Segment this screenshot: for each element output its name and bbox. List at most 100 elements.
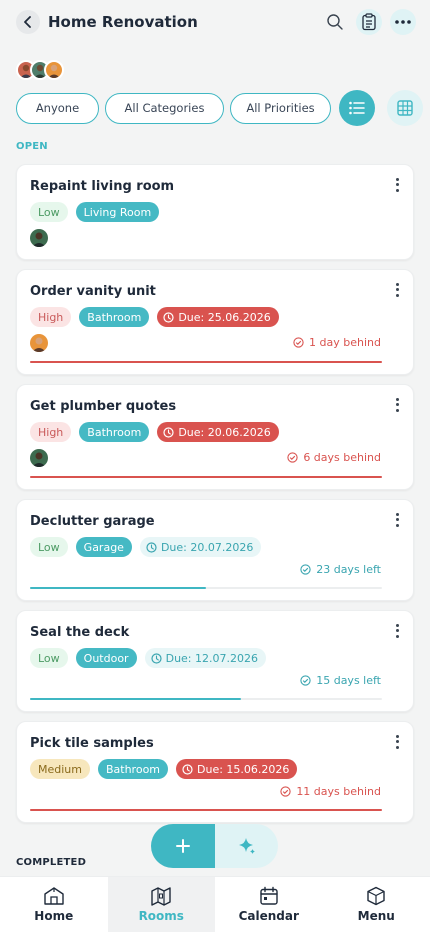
task-card[interactable]: Repaint living room Low Living Room [16,164,414,260]
grid-view-button[interactable] [387,90,423,126]
due-date-text: Due: 12.07.2026 [165,651,258,665]
task-title: Pick tile samples [30,736,154,751]
room-badge: Bathroom [79,422,150,442]
schedule-status-text: 11 days behind [296,785,381,798]
clock-icon [163,311,174,323]
task-menu-button[interactable] [393,397,401,413]
search-icon [327,14,343,30]
task-menu-button[interactable] [393,734,401,750]
clock-icon [163,426,174,438]
schedule-status: 15 days left [300,674,381,687]
list-view-button[interactable] [339,90,375,126]
check-circle-icon [280,786,291,797]
assignee-avatar [30,229,48,247]
progress-bar [30,476,382,478]
task-card[interactable]: Pick tile samples Medium Bathroom Due: 1… [16,721,414,823]
schedule-status: 1 day behind [293,336,381,349]
nav-home-label: Home [34,909,74,923]
progress-bar [30,587,382,589]
plus-icon [176,839,190,853]
room-badge: Garage [75,537,132,557]
schedule-status: 6 days behind [287,451,381,464]
page-title: Home Renovation [48,13,198,31]
back-icon [24,16,31,28]
progress-fill [30,587,206,589]
check-circle-icon [300,564,311,575]
progress-fill [30,809,382,811]
progress-fill [30,476,382,478]
progress-bar [30,361,382,363]
room-badge: Living Room [75,202,160,222]
app-header: Home Renovation [0,0,430,44]
nav-rooms[interactable]: Rooms [107,877,215,932]
task-title: Seal the deck [30,625,130,640]
nav-calendar[interactable]: Calendar [215,877,323,932]
due-date-text: Due: 20.07.2026 [160,540,254,554]
progress-bar [30,698,382,700]
task-card[interactable]: Order vanity unit High Bathroom Due: 25.… [16,269,414,375]
task-title: Declutter garage [30,514,155,529]
task-title: Order vanity unit [30,284,156,299]
priority-badge: Low [30,648,68,668]
priority-badge: High [30,422,72,442]
more-button[interactable] [390,9,416,35]
priority-badge: Low [30,202,68,222]
due-date-text: Due: 20.06.2026 [178,425,271,439]
section-completed-label: COMPLETED [16,857,87,868]
due-date-badge: Due: 20.06.2026 [157,422,279,442]
section-open-label: OPEN [16,141,48,152]
calendar-icon [260,886,278,905]
check-circle-icon [287,452,298,463]
priority-filter[interactable]: All Priorities [230,92,331,124]
priority-badge: Medium [30,759,90,779]
task-card[interactable]: Get plumber quotes High Bathroom Due: 20… [16,384,414,490]
category-filter[interactable]: All Categories [105,92,224,124]
avatar [44,60,64,80]
schedule-status: 23 days left [300,563,381,576]
assignee-avatar [30,449,48,467]
task-menu-button[interactable] [393,177,401,193]
filter-bar: Anyone All Categories All Priorities [16,90,430,126]
task-title: Get plumber quotes [30,399,177,414]
progress-fill [30,698,242,700]
task-card[interactable]: Seal the deck Low Outdoor Due: 12.07.202… [16,610,414,712]
clock-icon [146,541,157,553]
search-button[interactable] [322,9,348,35]
member-avatars[interactable] [16,60,64,80]
task-card[interactable]: Declutter garage Low Garage Due: 20.07.2… [16,499,414,601]
schedule-status-text: 6 days behind [303,451,381,464]
cube-icon [367,886,385,906]
assignee-avatar [30,334,48,352]
due-date-badge: Due: 12.07.2026 [144,648,266,668]
schedule-status-text: 23 days left [316,563,381,576]
add-task-button[interactable] [151,824,215,868]
room-badge: Bathroom [79,307,150,327]
room-badge: Outdoor [75,648,137,668]
house-icon [44,887,64,905]
check-circle-icon [293,337,304,348]
priority-badge: High [30,307,72,327]
task-menu-button[interactable] [393,282,401,298]
sparkle-icon [238,838,255,854]
nav-home[interactable]: Home [0,877,108,932]
due-date-badge: Due: 15.06.2026 [176,759,298,779]
due-date-badge: Due: 20.07.2026 [139,537,262,557]
assignee-filter[interactable]: Anyone [16,92,99,124]
grid-view-icon [397,100,413,116]
rooms-icon [151,887,171,906]
list-view-icon [349,101,365,115]
clipboard-icon [362,13,376,31]
tasks-button[interactable] [356,9,382,35]
nav-menu[interactable]: Menu [323,877,430,932]
task-title: Repaint living room [30,179,175,194]
clock-icon [150,652,162,664]
task-menu-button[interactable] [393,623,401,639]
ai-assist-button[interactable] [215,824,278,868]
due-date-text: Due: 15.06.2026 [197,762,290,776]
more-icon [395,20,411,24]
schedule-status-text: 1 day behind [309,336,381,349]
task-menu-button[interactable] [393,512,401,528]
back-button[interactable] [16,10,40,34]
nav-menu-label: Menu [357,909,395,923]
check-circle-icon [300,675,311,686]
